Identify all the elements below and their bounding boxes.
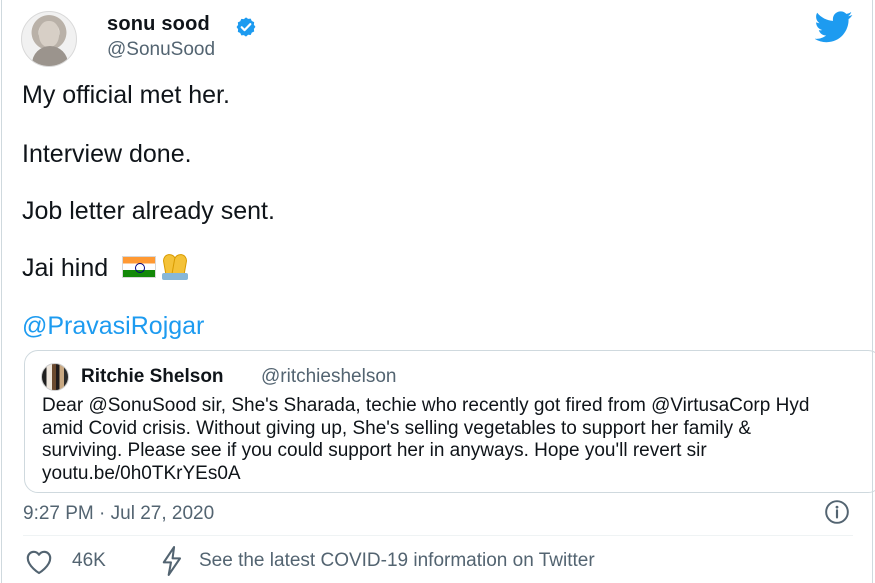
india-flag-emoji [122, 256, 157, 278]
author-handle[interactable]: @SonuSood [107, 39, 215, 61]
divider [23, 535, 853, 536]
quoted-tweet-text: Dear @SonuSood sir, She's Sharada, techi… [42, 395, 810, 484]
twitter-bird-icon[interactable] [815, 11, 853, 43]
avatar-shoulders [32, 46, 68, 66]
lightning-bolt-icon[interactable] [159, 545, 185, 577]
tweet-text-line: Interview done. [22, 140, 192, 168]
quoted-author-avatar[interactable] [41, 363, 69, 391]
heart-icon[interactable] [24, 549, 54, 575]
tweet-text-line: My official met her. [22, 81, 230, 109]
likes-count[interactable]: 46K [72, 550, 106, 572]
author-name[interactable]: sonu sood [107, 13, 210, 36]
avatar-face [39, 21, 59, 47]
info-icon[interactable] [824, 499, 850, 525]
tweet-timestamp[interactable]: 9:27 PM · Jul 27, 2020 [23, 503, 214, 525]
tweet-text-line: Jai hind [22, 252, 191, 283]
tweet-text-line: Job letter already sent. [22, 197, 275, 225]
folded-hands-emoji [159, 252, 191, 280]
tweet-text-jai-hind: Jai hind [22, 254, 109, 282]
quoted-author-name[interactable]: Ritchie Shelson [81, 366, 224, 388]
covid-info-link[interactable]: See the latest COVID-19 information on T… [199, 550, 595, 572]
author-avatar[interactable] [21, 11, 77, 67]
verified-badge-icon [236, 17, 256, 37]
quoted-author-handle[interactable]: @ritchieshelson [261, 366, 396, 388]
quoted-tweet[interactable]: Ritchie Shelson @ritchieshelson Dear @So… [24, 350, 875, 493]
mention-link[interactable]: @PravasiRojgar [22, 312, 204, 341]
